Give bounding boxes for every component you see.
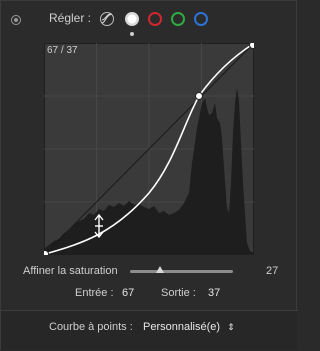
luminance-channel-button[interactable] — [100, 12, 114, 26]
cursor-coordinates: 67 / 37 — [47, 45, 78, 56]
saturation-slider-track[interactable] — [130, 270, 233, 273]
saturation-label: Affiner la saturation — [23, 265, 118, 277]
vertical-resize-cursor-icon — [94, 213, 104, 239]
blue-channel-button[interactable] — [194, 12, 208, 26]
curve-preset-value: Personnalisé(e) — [143, 321, 221, 333]
input-label: Entrée : — [75, 287, 114, 299]
up-down-chevron-icon: ⇕ — [227, 322, 235, 332]
curve-point-white[interactable] — [249, 43, 255, 49]
selected-channel-indicator — [130, 32, 134, 36]
curve-point-mid[interactable] — [195, 92, 203, 100]
saturation-value: 27 — [266, 265, 279, 277]
panel-toggle-icon[interactable] — [11, 15, 21, 25]
output-value: 37 — [208, 287, 221, 299]
input-value: 67 — [122, 287, 135, 299]
curves-panel: Régler : 67 / 37 Affiner la saturation 2… — [0, 0, 298, 350]
curve-preset-select[interactable]: Personnalisé(e) ⇕ — [143, 321, 235, 333]
green-channel-button[interactable] — [171, 12, 185, 26]
curve-points-label: Courbe à points : — [49, 321, 133, 333]
red-channel-button[interactable] — [148, 12, 162, 26]
output-label: Sortie : — [161, 287, 196, 299]
luminance-curve-icon — [101, 13, 113, 24]
white-channel-button[interactable] — [125, 12, 139, 26]
tone-curve-graph[interactable] — [44, 43, 254, 255]
curve-point-black[interactable] — [44, 250, 49, 256]
adjust-label: Régler : — [49, 11, 92, 25]
saturation-slider-thumb[interactable] — [156, 266, 164, 273]
